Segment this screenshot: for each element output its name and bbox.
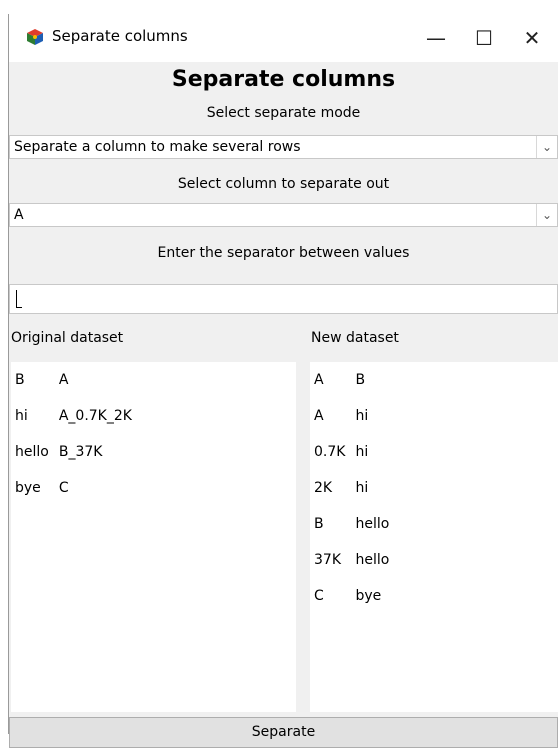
table-cell: 37K: [314, 552, 341, 568]
table-cell: A_0.7K_2K: [58, 408, 132, 424]
separate-button[interactable]: Separate: [9, 717, 558, 748]
table-cell: bye: [355, 588, 382, 604]
mode-select[interactable]: Separate a column to make several rows ⌄: [9, 135, 558, 159]
close-button[interactable]: ✕: [509, 20, 555, 56]
table-cell: hi: [355, 444, 369, 460]
new-dataset-panel[interactable]: A B A hi 0.7K hi 2K hi B hello 37K hello: [310, 362, 558, 712]
mode-select-value: Separate a column to make several rows: [14, 139, 301, 155]
table-cell: 2K: [314, 480, 333, 496]
table-row: hi A_0.7K_2K: [11, 398, 138, 434]
separator-label: Enter the separator between values: [157, 245, 410, 261]
page-title: Separate columns: [171, 67, 396, 92]
table-cell: A: [314, 408, 324, 424]
table-cell: bye: [15, 480, 41, 496]
column-select[interactable]: A ⌄: [9, 203, 558, 227]
column-header: B: [355, 372, 366, 388]
original-dataset-label: Original dataset: [11, 330, 124, 346]
maximize-button[interactable]: ☐: [461, 20, 507, 56]
table-row: 37K hello: [310, 542, 395, 578]
table-cell: 0.7K: [314, 444, 346, 460]
table-cell: hi: [355, 408, 369, 424]
table-header-row: B A: [11, 362, 138, 398]
table-cell: hello: [355, 516, 390, 532]
table-cell: C: [58, 480, 69, 496]
table-header-row: A B: [310, 362, 395, 398]
table-row: hello B_37K: [11, 434, 138, 470]
table-row: B hello: [310, 506, 395, 542]
app-cube-icon: [27, 29, 43, 45]
column-header: A: [58, 372, 69, 388]
table-cell: C: [314, 588, 324, 604]
table-row: C bye: [310, 578, 395, 614]
column-header: A: [314, 372, 324, 388]
minimize-icon: —: [426, 26, 446, 50]
text-cursor: [16, 290, 17, 308]
background-strip: [0, 0, 558, 14]
column-label: Select column to separate out: [177, 176, 390, 192]
close-icon: ✕: [523, 26, 541, 50]
original-dataset-panel[interactable]: B A hi A_0.7K_2K hello B_37K bye C: [11, 362, 296, 712]
new-dataset-label: New dataset: [311, 330, 399, 346]
table-row: A hi: [310, 398, 395, 434]
title-bar[interactable]: Separate columns — ☐ ✕: [9, 14, 558, 62]
column-select-value: A: [14, 207, 24, 223]
table-row: 2K hi: [310, 470, 395, 506]
minimize-button[interactable]: —: [413, 20, 459, 56]
text-cursor-underline: [16, 307, 22, 308]
column-header: B: [15, 372, 25, 388]
table-cell: B_37K: [58, 444, 103, 460]
table-row: bye C: [11, 470, 138, 506]
new-table: A B A hi 0.7K hi 2K hi B hello 37K hello: [310, 362, 395, 614]
table-cell: hi: [15, 408, 28, 424]
table-row: 0.7K hi: [310, 434, 395, 470]
chevron-down-icon[interactable]: ⌄: [536, 136, 557, 158]
table-cell: hi: [355, 480, 369, 496]
window-title: Separate columns: [52, 27, 188, 45]
table-cell: B: [314, 516, 324, 532]
table-cell: hello: [15, 444, 49, 460]
separator-input[interactable]: [9, 284, 558, 314]
maximize-icon: ☐: [475, 26, 493, 50]
table-cell: hello: [355, 552, 390, 568]
original-table: B A hi A_0.7K_2K hello B_37K bye C: [11, 362, 138, 506]
chevron-down-icon[interactable]: ⌄: [536, 204, 557, 226]
separate-columns-window: Separate columns — ☐ ✕ Separate columns …: [8, 14, 558, 748]
mode-label: Select separate mode: [206, 105, 361, 121]
